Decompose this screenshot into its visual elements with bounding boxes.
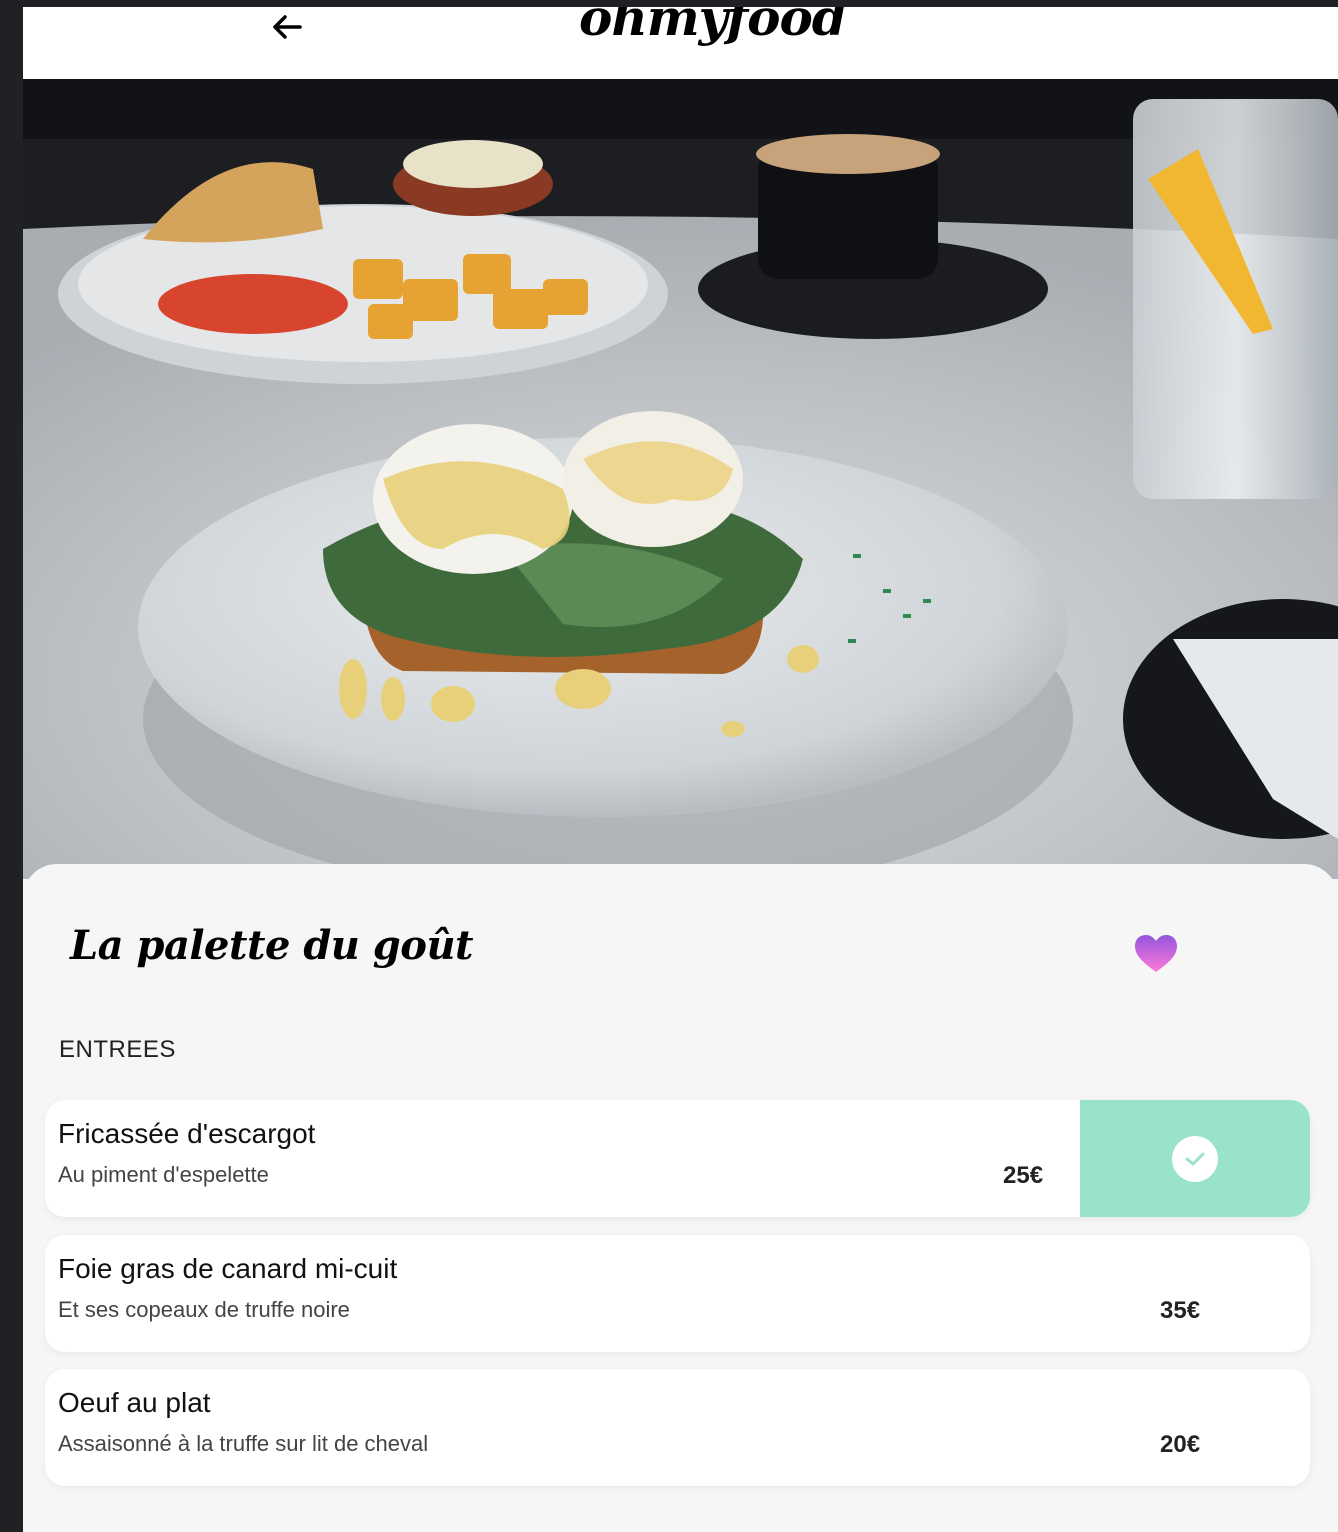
menu-item-price: 25€	[1003, 1162, 1044, 1189]
check-circle	[1172, 1135, 1218, 1182]
header: ohmyfood	[23, 7, 1338, 79]
menu-item[interactable]: Oeuf au plat Assaisonné à la truffe sur …	[45, 1369, 1310, 1486]
menu-item-description: Assaisonné à la truffe sur lit de cheval	[58, 1431, 429, 1456]
menu-item-description: Au piment d'espelette	[58, 1162, 269, 1187]
favorite-button[interactable]	[1132, 932, 1180, 976]
menu-item-description: Et ses copeaux de truffe noire	[58, 1297, 350, 1322]
menu-item[interactable]: Foie gras de canard mi-cuit Et ses copea…	[45, 1235, 1310, 1352]
back-button[interactable]	[265, 9, 309, 45]
app-logo[interactable]: ohmyfood	[579, 7, 847, 43]
menu-item[interactable]: Fricassée d'escargot Au piment d'espelet…	[45, 1100, 1310, 1217]
menu-item-price: 20€	[1160, 1431, 1201, 1458]
check-icon	[1185, 1152, 1205, 1165]
app-screen: ohmyfood La palette du goût ENTREES Fric…	[23, 7, 1338, 1532]
restaurant-title: La palette du goût	[70, 922, 474, 969]
heart-icon	[1135, 935, 1177, 972]
arrow-left-icon	[273, 15, 302, 39]
menu-item-name: Fricassée d'escargot	[58, 1118, 316, 1149]
restaurant-hero-image	[23, 79, 1338, 879]
selected-indicator	[1080, 1100, 1310, 1217]
section-label-entrees: ENTREES	[59, 1036, 176, 1063]
menu-item-name: Foie gras de canard mi-cuit	[58, 1253, 398, 1284]
menu-item-price: 35€	[1160, 1297, 1201, 1324]
restaurant-menu-sheet: La palette du goût ENTREES Fricassée d'e…	[23, 864, 1338, 1532]
menu-item-name: Oeuf au plat	[58, 1387, 211, 1418]
